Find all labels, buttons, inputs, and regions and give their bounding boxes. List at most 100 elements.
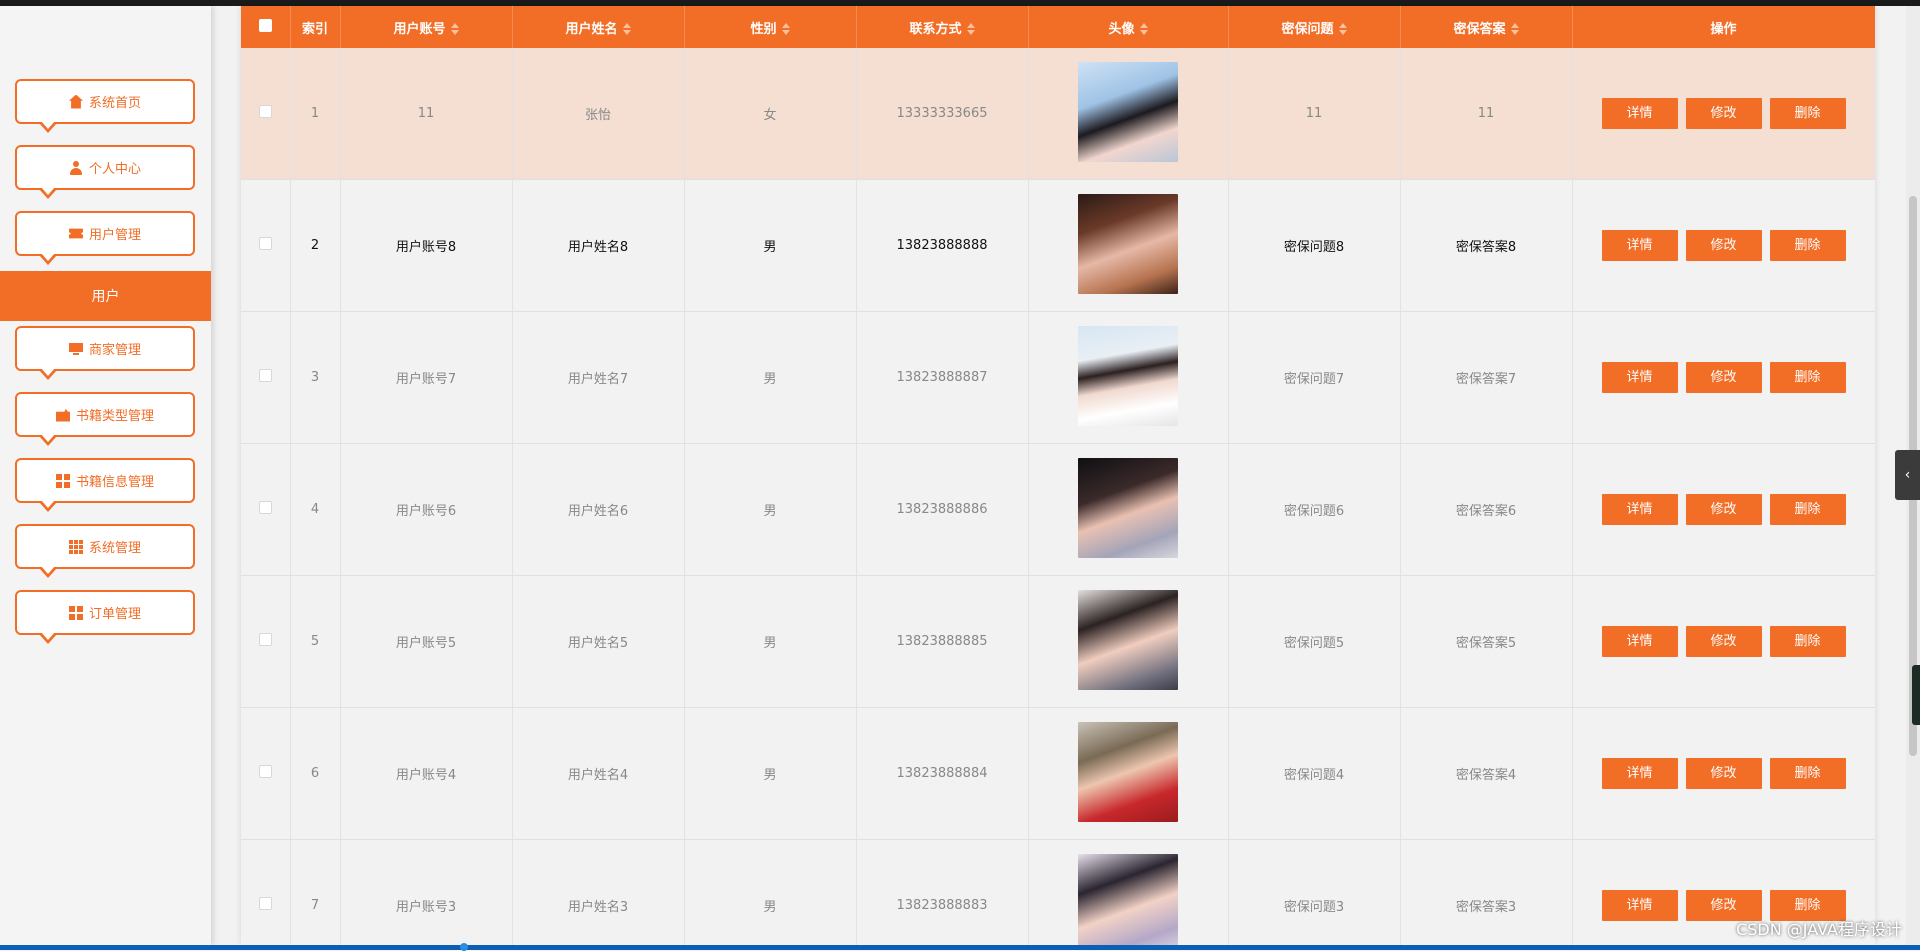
table-row: 5 用户账号5 用户姓名5 男 13823888885 密保问题5 密保答案5 … [241,575,1875,708]
header-avatar-label: 头像 [1108,21,1135,37]
sidebar-item-user-management[interactable]: 用户管理 [15,211,195,265]
cell-gender: 男 [684,443,857,576]
cell-name: 用户姓名5 [512,575,685,708]
detail-button[interactable]: 详情 [1601,626,1678,657]
sort-icon[interactable] [1338,23,1347,35]
sidebar-item-system-management[interactable]: 系统管理 [15,524,195,578]
cell-account: 用户账号7 [340,311,513,444]
cell-phone: 13333333665 [856,48,1029,180]
edit-button[interactable]: 修改 [1685,758,1762,789]
watermark: CSDN @JAVA程序设计 [1736,920,1902,939]
cell-answer: 密保答案4 [1400,707,1573,840]
detail-button[interactable]: 详情 [1601,890,1678,921]
table-row: 2 用户账号8 用户姓名8 男 13823888888 密保问题8 密保答案8 … [241,179,1875,312]
cell-gender: 女 [684,48,857,180]
cell-gender: 男 [684,179,857,312]
cell-answer: 11 [1400,48,1573,180]
cell-account: 用户账号5 [340,575,513,708]
edit-button[interactable]: 修改 [1685,626,1762,657]
cell-index: 2 [290,179,341,312]
row-checkbox[interactable] [258,501,272,514]
sidebar-item-order-management[interactable]: 订单管理 [15,590,195,644]
cell-index: 7 [290,839,341,945]
sidebar-item-merchant-management[interactable]: 商家管理 [15,326,195,380]
sidebar-item-personal-center[interactable]: 个人中心 [15,145,195,199]
detail-button[interactable]: 详情 [1601,230,1678,261]
cell-answer: 密保答案7 [1400,311,1573,444]
cell-answer: 密保答案6 [1400,443,1573,576]
edit-button[interactable]: 修改 [1685,98,1762,129]
table-row: 1 11 张怡 女 13333333665 11 11 详情 修改 删除 [241,48,1875,180]
header-account[interactable]: 用户账号 [340,6,513,48]
home-icon [68,94,83,109]
sidebar: 系统首页 个人中心 用户管理 用户 商家管理 书籍类型管理 书籍信息管理 系统管… [0,6,211,945]
select-all-header [241,6,291,48]
sort-icon[interactable] [1139,23,1148,35]
header-question[interactable]: 密保问题 [1228,6,1401,48]
side-widget-tab[interactable] [1912,665,1920,725]
sidebar-subitem-user[interactable]: 用户 [0,271,211,321]
cell-actions: 详情 修改 删除 [1572,311,1875,444]
avatar [1078,325,1178,426]
row-checkbox[interactable] [258,237,272,250]
cell-avatar [1028,707,1229,840]
cell-question: 密保问题7 [1228,311,1401,444]
sidebar-item-home[interactable]: 系统首页 [15,79,195,133]
sort-icon[interactable] [781,23,790,35]
row-checkbox[interactable] [258,369,272,382]
delete-button[interactable]: 删除 [1769,758,1846,789]
row-checkbox[interactable] [258,105,272,118]
sidebar-item-label: 系统首页 [88,96,141,111]
cell-name: 用户姓名4 [512,707,685,840]
delete-button[interactable]: 删除 [1769,362,1846,393]
row-select-cell [241,839,291,945]
grid9-icon [68,539,83,554]
user-table-container: 索引 用户账号 用户姓名 性别 联系方式 头像 密保问题 密保答案 操作 1 1… [241,6,1875,945]
delete-button[interactable]: 删除 [1769,626,1846,657]
header-question-label: 密保问题 [1281,21,1334,37]
sort-icon[interactable] [450,23,459,35]
cell-avatar [1028,839,1229,945]
header-gender[interactable]: 性别 [684,6,857,48]
delete-button[interactable]: 删除 [1769,494,1846,525]
sort-icon[interactable] [622,23,631,35]
cell-actions: 详情 修改 删除 [1572,707,1875,840]
delete-button[interactable]: 删除 [1769,98,1846,129]
ticket-icon [68,228,83,239]
cell-account: 用户账号4 [340,707,513,840]
row-checkbox[interactable] [258,765,272,778]
detail-button[interactable]: 详情 [1601,494,1678,525]
header-phone[interactable]: 联系方式 [856,6,1029,48]
sort-icon[interactable] [966,23,975,35]
cell-phone: 13823888888 [856,179,1029,312]
edit-button[interactable]: 修改 [1685,230,1762,261]
cell-index: 4 [290,443,341,576]
header-answer[interactable]: 密保答案 [1400,6,1573,48]
sidebar-item-book-type-management[interactable]: 书籍类型管理 [15,392,195,446]
row-checkbox[interactable] [258,897,272,910]
wallet-icon [55,408,70,422]
edit-button[interactable]: 修改 [1685,494,1762,525]
cell-avatar [1028,575,1229,708]
cell-answer: 密保答案5 [1400,575,1573,708]
cell-gender: 男 [684,839,857,945]
select-all-checkbox[interactable] [258,18,272,32]
row-select-cell [241,311,291,444]
cell-answer: 密保答案8 [1400,179,1573,312]
detail-button[interactable]: 详情 [1601,758,1678,789]
row-checkbox[interactable] [258,633,272,646]
sort-icon[interactable] [1510,23,1519,35]
delete-button[interactable]: 删除 [1769,230,1846,261]
collapse-side-tab[interactable]: ‹ [1895,450,1920,500]
user-table: 索引 用户账号 用户姓名 性别 联系方式 头像 密保问题 密保答案 操作 1 1… [241,6,1875,945]
detail-button[interactable]: 详情 [1601,98,1678,129]
sidebar-item-book-info-management[interactable]: 书籍信息管理 [15,458,195,512]
cell-question: 密保问题8 [1228,179,1401,312]
table-row: 7 用户账号3 用户姓名3 男 13823888883 密保问题3 密保答案3 … [241,839,1875,945]
detail-button[interactable]: 详情 [1601,362,1678,393]
header-avatar[interactable]: 头像 [1028,6,1229,48]
edit-button[interactable]: 修改 [1685,362,1762,393]
header-name[interactable]: 用户姓名 [512,6,685,48]
avatar [1078,61,1178,162]
cell-question: 密保问题4 [1228,707,1401,840]
